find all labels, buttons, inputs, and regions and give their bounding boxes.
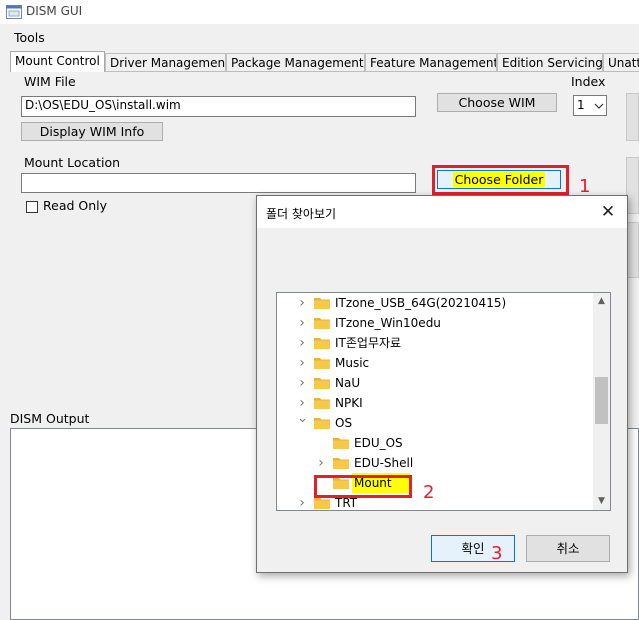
folder-name: Music [335,356,370,370]
folder-name: ITzone_USB_64G(20210415) [335,296,507,310]
chevron-right-icon[interactable]: › [297,353,307,373]
scroll-thumb[interactable] [595,377,608,424]
folder-icon [333,458,349,469]
title-bar: DISM GUI [0,0,639,24]
tree-scrollbar[interactable]: ▲ ▼ [593,293,610,510]
folder-icon [314,358,330,369]
side-button-top[interactable] [626,93,639,141]
scroll-down-icon[interactable]: ▼ [593,493,610,510]
annotation-box-2 [314,475,412,498]
chevron-right-icon[interactable]: › [316,453,326,473]
tab-mount-control[interactable]: Mount Control [10,51,105,72]
index-value: 1 [577,98,585,112]
annotation-step-2: 2 [423,482,435,503]
chevron-right-icon[interactable]: › [297,333,307,353]
folder-tree-item[interactable]: › IT존업무자료 [277,333,592,353]
folder-tree-item[interactable]: › ITzone_USB_64G(20210415) [277,293,592,313]
folder-name: EDU_OS [354,436,403,450]
scroll-up-icon[interactable]: ▲ [593,293,610,310]
chevron-right-icon[interactable]: › [297,373,307,393]
tab-feature-management[interactable]: Feature Management [365,53,497,71]
folder-name: ITzone_Win10edu [335,316,441,330]
folder-icon [314,418,330,429]
wim-file-label: WIM File [24,74,76,89]
chevron-right-icon[interactable]: › [297,293,307,313]
tab-edition-servicing[interactable]: Edition Servicing [497,53,603,71]
tab-unattend[interactable]: Unatte [603,53,639,71]
chevron-down-icon[interactable]: ⌄ [297,409,308,429]
tab-driver-management[interactable]: Driver Management [105,53,226,71]
folder-icon [314,298,330,309]
wim-file-input[interactable]: D:\OS\EDU_OS\install.wim [21,96,416,117]
dism-output-label: DISM Output [10,411,90,426]
chevron-right-icon[interactable]: › [297,493,307,510]
read-only-label: Read Only [43,198,108,213]
folder-tree-item[interactable]: › NaU [277,373,592,393]
folder-icon [314,498,330,509]
folder-icon [314,378,330,389]
folder-tree-item[interactable]: › EDU-Shell [277,453,592,473]
display-wim-info-button[interactable]: Display WIM Info [21,122,163,141]
mount-location-label: Mount Location [24,155,121,170]
folder-tree-item[interactable]: › Music [277,353,592,373]
mount-location-input[interactable] [21,173,416,193]
annotation-step-3: 3 [491,543,503,564]
close-icon[interactable]: ✕ [597,202,619,222]
folder-tree-item[interactable]: ⌄ OS [277,411,592,433]
dialog-title: 폴더 찾아보기 [266,207,337,221]
folder-tree-item[interactable]: › ITzone_Win10edu [277,313,592,333]
chevron-down-icon [594,103,604,109]
folder-icon [314,338,330,349]
index-select[interactable]: 1 [573,95,607,116]
folder-icon [314,318,330,329]
app-icon [6,5,22,19]
folder-name: IT존업무자료 [335,336,402,350]
annotation-step-1: 1 [579,176,591,197]
folder-tree-item[interactable]: › NPKI [277,393,592,413]
choose-wim-button[interactable]: Choose WIM [437,93,557,112]
tab-strip: Mount Control Driver Management Package … [10,51,639,72]
folder-browser-dialog: 폴더 찾아보기 ✕ › ITzone_USB_64G(20210415) › ITzo… [256,195,628,573]
choose-folder-button[interactable]: Choose Folder [437,170,561,189]
folder-tree-item[interactable]: EDU_OS [277,433,592,453]
dialog-title-bar: 폴더 찾아보기 ✕ [257,196,627,228]
folder-icon [314,398,330,409]
folder-name: EDU-Shell [354,456,414,470]
window-title: DISM GUI [26,4,83,18]
cancel-button[interactable]: 취소 [526,535,610,562]
folder-name: NaU [335,376,361,390]
choose-folder-label: Choose Folder [452,172,546,187]
index-label: Index [571,74,606,89]
read-only-checkbox[interactable] [26,201,38,213]
menu-tools[interactable]: Tools [14,30,45,45]
menu-bar: Tools [0,28,639,48]
folder-name: NPKI [335,396,363,410]
folder-icon [333,438,349,449]
chevron-right-icon[interactable]: › [297,313,307,333]
tab-package-management[interactable]: Package Management [226,53,365,71]
folder-name: OS [335,416,353,430]
